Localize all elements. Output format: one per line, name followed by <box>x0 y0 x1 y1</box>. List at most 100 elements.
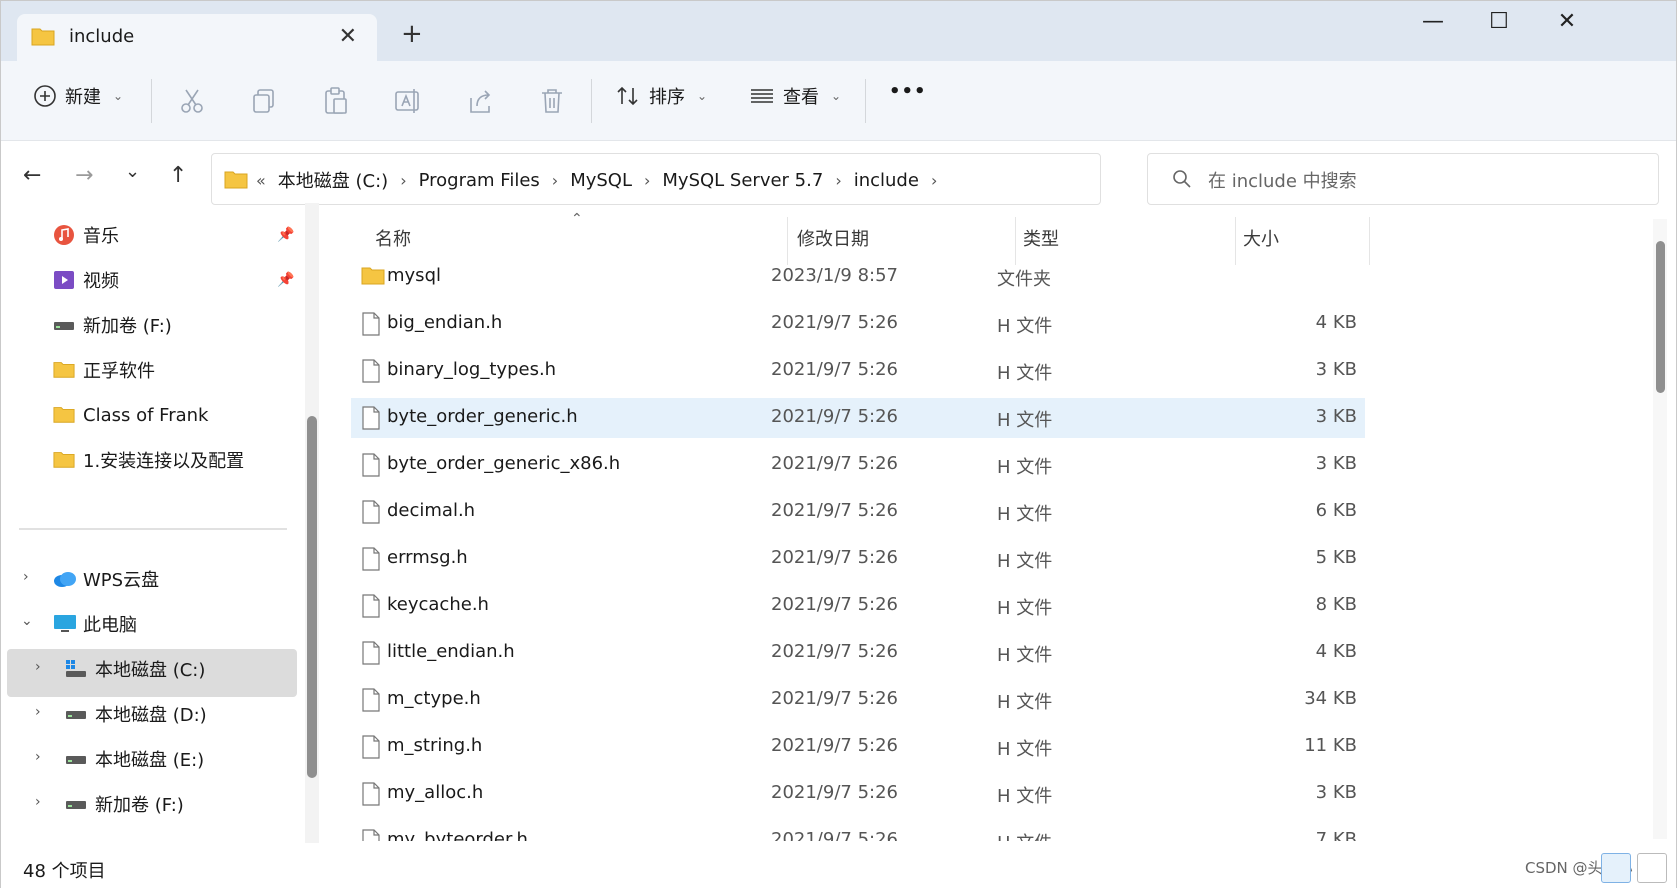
paste-icon[interactable] <box>321 86 351 116</box>
pin-icon[interactable]: 📌 <box>277 272 294 288</box>
file-type: H 文件 <box>997 739 1053 760</box>
breadcrumb-item[interactable]: MySQL Server 5.7 <box>662 170 823 191</box>
new-tab-button[interactable]: + <box>401 19 423 49</box>
minimize-button[interactable]: — <box>1403 9 1463 34</box>
sidebar-item-drive-c[interactable]: 本地磁盘 (C:) <box>65 647 205 691</box>
sidebar-item-drive-f[interactable]: 新加卷 (F:) <box>65 782 184 826</box>
drive-icon <box>65 748 89 770</box>
file-date: 2021/9/7 5:26 <box>771 829 898 841</box>
column-header-size[interactable]: 大小 <box>1243 225 1279 251</box>
sidebar-scrollbar-thumb[interactable] <box>307 416 317 778</box>
close-tab-icon[interactable]: ✕ <box>339 24 357 49</box>
more-options-button[interactable]: ••• <box>889 81 927 102</box>
breadcrumb-item[interactable]: MySQL <box>570 170 632 191</box>
breadcrumb-separator-icon[interactable]: › <box>931 171 937 190</box>
folder-icon <box>53 359 77 381</box>
maximize-button[interactable]: ☐ <box>1469 9 1529 34</box>
sidebar-item-folder[interactable]: 1.安装连接以及配置 <box>53 438 244 482</box>
command-bar: 新建 ⌄ 排序 ⌄ 查看 ⌄ ••• <box>1 61 1676 141</box>
expand-chevron-icon[interactable]: › <box>23 569 29 585</box>
details-view-button[interactable] <box>1601 853 1631 883</box>
expand-chevron-icon[interactable]: › <box>35 704 41 720</box>
collapse-chevron-icon[interactable]: ⌄ <box>21 613 33 629</box>
file-name: mysql <box>387 265 441 286</box>
sidebar-item-drive-e[interactable]: 本地磁盘 (E:) <box>65 737 204 781</box>
cut-icon[interactable] <box>177 86 207 116</box>
file-row[interactable]: mysql 2023/1/9 8:57 文件夹 <box>351 257 1365 297</box>
search-box[interactable]: 在 include 中搜索 <box>1147 153 1659 205</box>
file-row[interactable]: big_endian.h 2021/9/7 5:26 H 文件 4 KB <box>351 304 1365 344</box>
breadcrumb-item[interactable]: Program Files <box>419 170 540 191</box>
share-icon[interactable] <box>465 86 495 116</box>
breadcrumb-separator-icon[interactable]: › <box>644 171 650 190</box>
sidebar-item-folder[interactable]: Class of Frank <box>53 393 208 437</box>
file-list-scrollbar-thumb[interactable] <box>1656 241 1665 393</box>
column-header-date[interactable]: 修改日期 <box>797 225 869 251</box>
file-size: 3 KB <box>1315 453 1357 474</box>
breadcrumb-separator-icon[interactable]: › <box>400 171 406 190</box>
file-row[interactable]: byte_order_generic_x86.h 2021/9/7 5:26 H 文… <box>351 445 1365 485</box>
drive-icon <box>65 703 89 725</box>
sort-button[interactable]: 排序 ⌄ <box>615 83 707 109</box>
file-row[interactable]: binary_log_types.h 2021/9/7 5:26 H 文件 3 KB <box>351 351 1365 391</box>
sidebar-item-folder[interactable]: 正孚软件 <box>53 348 155 392</box>
file-size: 5 KB <box>1315 547 1357 568</box>
view-button[interactable]: 查看 ⌄ <box>749 83 841 109</box>
file-row[interactable]: byte_order_generic.h 2021/9/7 5:26 H 文件 3 K… <box>351 398 1365 438</box>
sidebar-item-videos[interactable]: 视频 <box>53 258 119 302</box>
breadcrumb-item[interactable]: 本地磁盘 (C:) <box>278 167 388 193</box>
file-icon <box>361 688 381 717</box>
file-explorer-window: include ✕ + — ☐ ✕ 新建 ⌄ 排序 ⌄ 查看 ⌄ ••• ← →… <box>0 0 1677 888</box>
back-arrow-icon[interactable]: ← <box>23 163 41 188</box>
sidebar-item-label: 本地磁盘 (E:) <box>95 750 205 771</box>
file-type: H 文件 <box>997 457 1053 478</box>
breadcrumb-overflow[interactable]: « <box>256 171 266 190</box>
breadcrumb-item[interactable]: include <box>854 170 919 191</box>
sidebar-item-wps-cloud[interactable]: WPS云盘 <box>53 557 159 601</box>
sidebar-item-drive-d[interactable]: 本地磁盘 (D:) <box>65 692 207 736</box>
expand-chevron-icon[interactable]: › <box>35 794 41 810</box>
forward-arrow-icon[interactable]: → <box>75 163 93 188</box>
column-header-type[interactable]: 类型 <box>1023 225 1059 251</box>
file-row[interactable]: m_string.h 2021/9/7 5:26 H 文件 11 KB <box>351 727 1365 767</box>
sidebar-item-music[interactable]: 音乐 <box>53 213 119 257</box>
file-name: little_endian.h <box>387 641 515 662</box>
file-row[interactable]: my_alloc.h 2021/9/7 5:26 H 文件 3 KB <box>351 774 1365 814</box>
delete-icon[interactable] <box>537 86 567 116</box>
file-row[interactable]: decimal.h 2021/9/7 5:26 H 文件 6 KB <box>351 492 1365 532</box>
rename-icon[interactable] <box>393 86 423 116</box>
file-date: 2021/9/7 5:26 <box>771 500 898 521</box>
column-header-name[interactable]: 名称 <box>375 225 411 251</box>
file-type: H 文件 <box>997 598 1053 619</box>
breadcrumb-separator-icon[interactable]: › <box>835 171 841 190</box>
recent-locations-chevron-icon[interactable]: ⌄ <box>125 161 140 182</box>
breadcrumb-separator-icon[interactable]: › <box>552 171 558 190</box>
file-size: 6 KB <box>1315 500 1357 521</box>
close-window-button[interactable]: ✕ <box>1537 9 1597 34</box>
up-arrow-icon[interactable]: ↑ <box>169 163 187 188</box>
copy-icon[interactable] <box>249 86 279 116</box>
sidebar-item-drive-f[interactable]: 新加卷 (F:) <box>53 303 172 347</box>
sidebar-item-label: WPS云盘 <box>83 570 160 591</box>
new-button[interactable]: 新建 ⌄ <box>33 83 123 109</box>
file-row[interactable]: my_byteorder.h 2021/9/7 5:26 H 文件 7 KB <box>351 821 1365 841</box>
file-row[interactable]: keycache.h 2021/9/7 5:26 H 文件 8 KB <box>351 586 1365 626</box>
file-size: 34 KB <box>1304 688 1357 709</box>
file-name: m_string.h <box>387 735 483 756</box>
view-list-icon <box>751 89 773 103</box>
toolbar-divider <box>591 79 592 123</box>
file-icon <box>361 641 381 670</box>
pin-icon[interactable]: 📌 <box>277 227 294 243</box>
address-bar[interactable]: « 本地磁盘 (C:) › Program Files › MySQL › My… <box>211 153 1332 205</box>
tiles-view-button[interactable] <box>1637 853 1667 883</box>
expand-chevron-icon[interactable]: › <box>35 659 41 675</box>
file-row[interactable]: m_ctype.h 2021/9/7 5:26 H 文件 34 KB <box>351 680 1365 720</box>
column-divider[interactable] <box>1369 217 1370 265</box>
file-row[interactable]: errmsg.h 2021/9/7 5:26 H 文件 5 KB <box>351 539 1365 579</box>
folder-icon <box>224 169 248 194</box>
file-size: 3 KB <box>1315 406 1357 427</box>
file-row[interactable]: little_endian.h 2021/9/7 5:26 H 文件 4 KB <box>351 633 1365 673</box>
expand-chevron-icon[interactable]: › <box>35 749 41 765</box>
tab-include[interactable]: include ✕ <box>17 14 377 61</box>
sidebar-item-this-pc[interactable]: 此电脑 <box>53 602 137 646</box>
